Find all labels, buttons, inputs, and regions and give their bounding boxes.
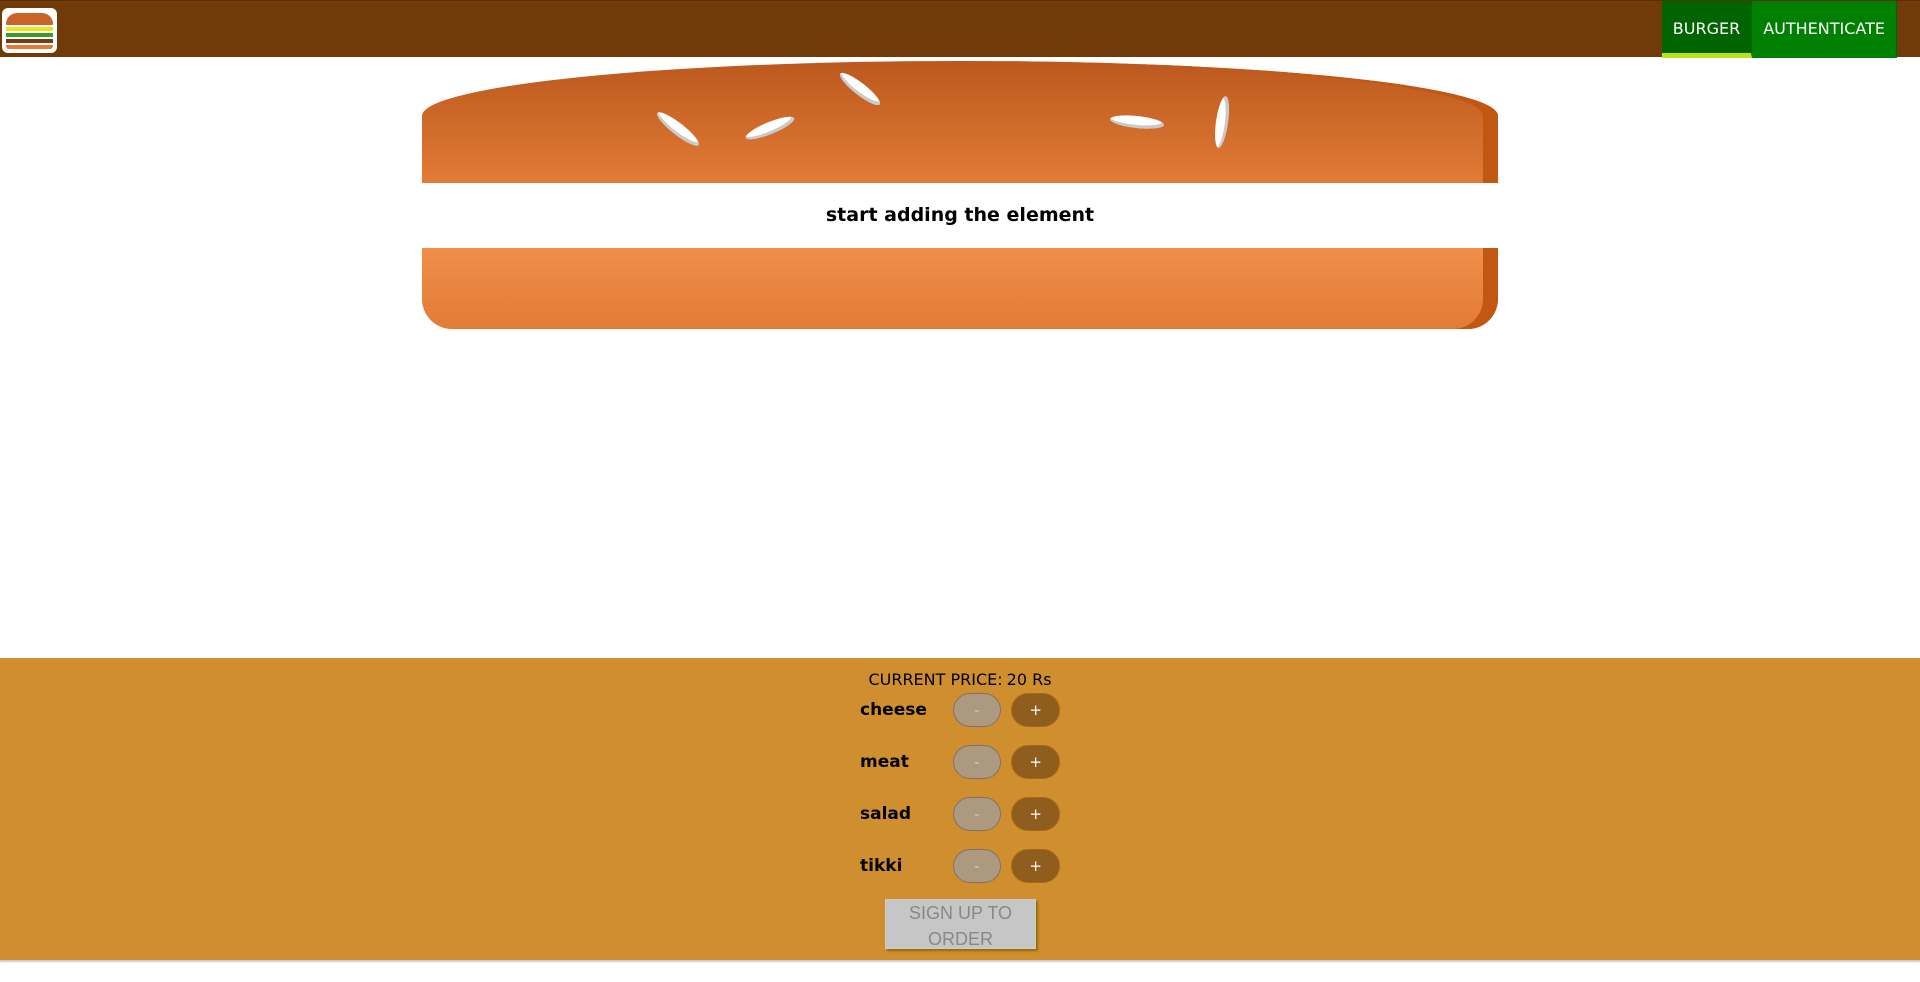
more-cheese-button[interactable]: + bbox=[1011, 693, 1061, 727]
bread-bottom bbox=[422, 248, 1498, 329]
more-salad-button[interactable]: + bbox=[1011, 797, 1061, 831]
burger-logo-icon bbox=[2, 8, 57, 53]
empty-burger-message: start adding the element bbox=[825, 204, 1095, 226]
more-tikki-button[interactable]: + bbox=[1011, 849, 1061, 883]
nav-authenticate[interactable]: AUTHENTICATE bbox=[1752, 1, 1897, 58]
less-salad-button[interactable]: - bbox=[952, 797, 1002, 831]
navigation: BURGER AUTHENTICATE bbox=[1661, 1, 1897, 58]
toolbar: BURGER AUTHENTICATE bbox=[0, 0, 1920, 58]
nav-burger[interactable]: BURGER bbox=[1661, 1, 1753, 58]
control-cheese: cheese - + bbox=[860, 693, 1070, 727]
control-meat: meat - + bbox=[860, 745, 1070, 779]
seed-icon bbox=[1109, 113, 1165, 131]
ingredient-label: salad bbox=[860, 804, 912, 824]
price-value: 20 Rs bbox=[1006, 670, 1052, 689]
build-controls: CURRENT PRICE: 20 Rs cheese - + meat - + … bbox=[0, 658, 1920, 960]
sign-up-to-order-button[interactable]: SIGN UP TO ORDER bbox=[885, 899, 1036, 949]
price-label: CURRENT PRICE: bbox=[868, 670, 1003, 689]
less-tikki-button[interactable]: - bbox=[952, 849, 1002, 883]
control-salad: salad - + bbox=[860, 797, 1070, 831]
seed-icon bbox=[836, 68, 884, 110]
burger-preview: start adding the element bbox=[422, 61, 1498, 329]
seed-icon bbox=[653, 108, 703, 150]
ingredient-label: tikki bbox=[860, 856, 903, 876]
nav-authenticate-label: AUTHENTICATE bbox=[1763, 19, 1885, 38]
seed-icon bbox=[743, 112, 797, 144]
seed-icon bbox=[1212, 95, 1232, 149]
current-price: CURRENT PRICE: 20 Rs bbox=[0, 670, 1920, 689]
less-meat-button[interactable]: - bbox=[952, 745, 1002, 779]
control-tikki: tikki - + bbox=[860, 849, 1070, 883]
bread-top bbox=[422, 61, 1498, 183]
nav-burger-label: BURGER bbox=[1672, 18, 1741, 38]
more-meat-button[interactable]: + bbox=[1011, 745, 1061, 779]
ingredient-label: meat bbox=[860, 752, 909, 772]
ingredient-label: cheese bbox=[860, 700, 927, 720]
less-cheese-button[interactable]: - bbox=[952, 693, 1002, 727]
